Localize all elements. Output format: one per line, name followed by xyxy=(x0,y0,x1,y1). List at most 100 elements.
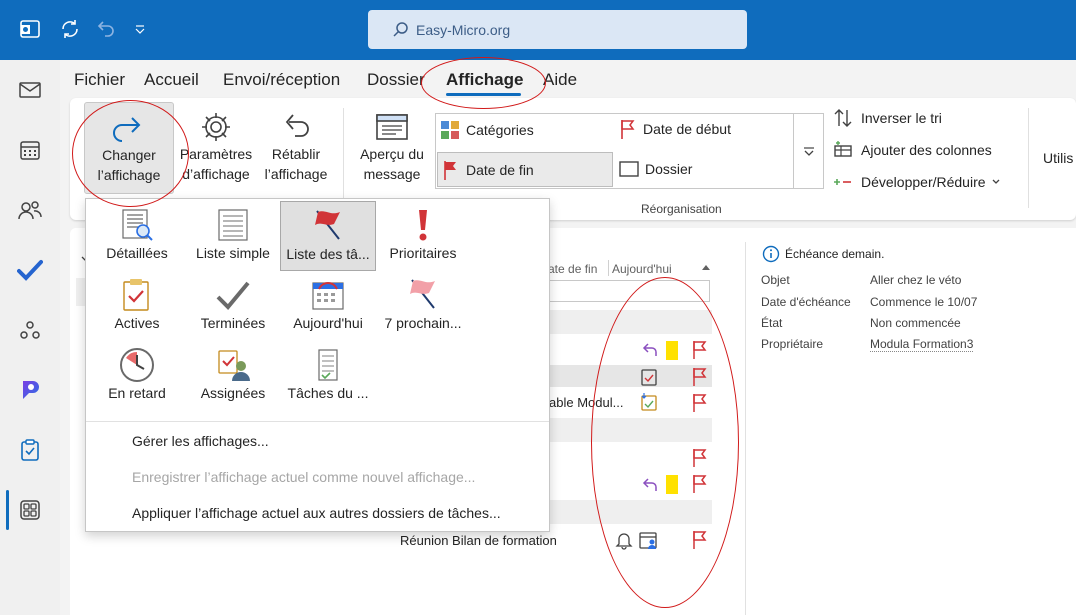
flag-icon xyxy=(621,120,635,139)
view-tile-next-7-days[interactable]: 7 prochain... xyxy=(375,271,471,341)
flag-icon[interactable] xyxy=(691,367,709,387)
reset-view-button[interactable]: Rétablir l’affichage xyxy=(258,102,334,194)
column-header-today[interactable]: Aujourd'hui xyxy=(612,262,672,276)
mail-icon[interactable] xyxy=(14,74,46,106)
search-box[interactable]: Easy-Micro.org xyxy=(368,10,747,49)
detailed-list-icon xyxy=(122,209,153,241)
view-tile-label: Prioritaires xyxy=(389,245,457,261)
flag-icon xyxy=(444,160,456,180)
tasks-icon[interactable] xyxy=(14,434,46,466)
change-view-dropdown: Détaillées Liste simple Liste des tâ... … xyxy=(85,198,550,532)
info-icon xyxy=(762,245,780,263)
calendar-icon[interactable] xyxy=(14,134,46,166)
reverse-sort-button[interactable]: Inverser le tri xyxy=(833,108,942,128)
filter-row[interactable] xyxy=(548,280,710,302)
flag-icon[interactable] xyxy=(691,530,709,550)
add-columns-button[interactable]: Ajouter des colonnes xyxy=(833,140,992,160)
group-header-row[interactable] xyxy=(548,500,712,524)
message-preview-icon xyxy=(376,114,408,140)
value-due-date: Commence le 10/07 xyxy=(870,295,978,309)
save-view-command: Enregistrer l’affichage actuel comme nou… xyxy=(132,469,476,485)
view-tile-completed[interactable]: Terminées xyxy=(185,271,281,341)
value-status: Non commencée xyxy=(870,316,961,330)
view-tile-to-do-list[interactable]: Liste des tâ... xyxy=(280,201,376,271)
value-owner[interactable]: Modula Formation3 xyxy=(870,337,974,352)
tab-accueil[interactable]: Accueil xyxy=(144,70,199,90)
tab-aide[interactable]: Aide xyxy=(543,70,577,90)
expand-collapse-button[interactable]: Développer/Réduire xyxy=(833,172,1009,192)
value-subject: Aller chez le véto xyxy=(870,273,962,287)
reply-icon xyxy=(642,343,657,356)
meeting-icon xyxy=(639,532,657,549)
bell-icon xyxy=(615,533,633,550)
folder-icon xyxy=(619,161,639,177)
sort-up-icon xyxy=(702,265,710,270)
tab-envoi-reception[interactable]: Envoi/réception xyxy=(223,70,340,90)
reset-view-label: Rétablir l’affichage xyxy=(264,146,328,182)
column-header-due-date[interactable]: ate de fin xyxy=(548,262,597,276)
view-tile-prioritized[interactable]: Prioritaires xyxy=(375,201,471,271)
yellow-category-icon xyxy=(666,341,678,360)
reply-icon xyxy=(642,478,657,491)
change-view-button[interactable]: Changer l’affichage xyxy=(84,102,174,194)
flag-icon[interactable] xyxy=(691,474,709,494)
view-tile-label: Tâches du ... xyxy=(287,385,369,401)
label-due-date: Date d'échéance xyxy=(761,295,851,309)
dropdown-separator xyxy=(86,421,549,422)
assigned-task-icon xyxy=(641,393,657,411)
sync-icon[interactable] xyxy=(57,16,83,42)
outlook-logo-icon xyxy=(17,16,43,42)
view-tile-assigned[interactable]: Assignées xyxy=(185,341,281,411)
pane-divider xyxy=(745,242,746,615)
view-tile-label: Actives xyxy=(114,315,160,331)
view-tile-label: Détaillées xyxy=(106,245,168,261)
selected-task-row[interactable] xyxy=(548,365,712,387)
copilot-icon[interactable] xyxy=(14,374,46,406)
groups-icon[interactable] xyxy=(14,314,46,346)
customize-quick-access-icon[interactable] xyxy=(127,16,153,42)
label-subject: Objet xyxy=(761,273,790,287)
gallery-categories-label: Catégories xyxy=(466,122,534,138)
group-label-arrangement: Réorganisation xyxy=(641,202,722,216)
message-preview-button[interactable]: Aperçu du message xyxy=(352,102,432,194)
manage-views-command[interactable]: Gérer les affichages... xyxy=(132,433,269,449)
task-title[interactable]: Réunion Bilan de formation xyxy=(400,533,557,548)
flag-icon[interactable] xyxy=(691,393,709,413)
task-partial-text: able Modul... xyxy=(549,395,624,410)
view-tile-today[interactable]: Aujourd'hui xyxy=(280,271,376,341)
tab-dossier[interactable]: Dossier xyxy=(367,70,425,90)
group-header-row[interactable] xyxy=(548,418,712,442)
todo-icon[interactable] xyxy=(14,254,46,286)
flag-icon[interactable] xyxy=(691,340,709,360)
gallery-folder[interactable]: Dossier xyxy=(619,160,692,178)
apply-view-command[interactable]: Appliquer l’affichage actuel aux autres … xyxy=(132,505,501,521)
checkmark-icon xyxy=(216,281,250,310)
view-tile-active[interactable]: Actives xyxy=(89,271,185,341)
gear-icon xyxy=(202,113,230,141)
flag-icon[interactable] xyxy=(691,448,709,468)
gallery-due-date[interactable]: Date de fin xyxy=(437,152,613,187)
search-placeholder: Easy-Micro.org xyxy=(416,21,511,38)
sort-icon xyxy=(834,109,852,127)
add-columns-icon xyxy=(834,141,852,157)
view-tile-detailed[interactable]: Détaillées xyxy=(89,201,185,271)
gallery-start-date[interactable]: Date de début xyxy=(619,118,731,140)
view-tile-label: Aujourd'hui xyxy=(293,315,363,331)
search-icon xyxy=(393,21,408,37)
group-header-row[interactable] xyxy=(548,310,712,334)
view-tile-server-tasks[interactable]: Tâches du ... xyxy=(280,341,376,411)
view-settings-button[interactable]: Paramètres d’affichage xyxy=(176,102,256,194)
clock-icon xyxy=(120,348,154,382)
active-task-icon xyxy=(123,279,149,311)
tab-fichier[interactable]: Fichier xyxy=(74,70,125,90)
view-tile-label: Terminées xyxy=(200,315,266,331)
undo-icon[interactable] xyxy=(92,16,118,42)
apps-icon[interactable] xyxy=(14,494,46,526)
view-tile-simple-list[interactable]: Liste simple xyxy=(185,201,281,271)
gallery-more-button[interactable] xyxy=(793,113,824,189)
change-view-label: Changer l’affichage xyxy=(97,147,161,183)
gallery-categories[interactable]: Catégories xyxy=(440,120,534,140)
view-tile-overdue[interactable]: En retard xyxy=(89,341,185,411)
tab-affichage[interactable]: Affichage xyxy=(446,70,523,90)
people-icon[interactable] xyxy=(14,194,46,226)
